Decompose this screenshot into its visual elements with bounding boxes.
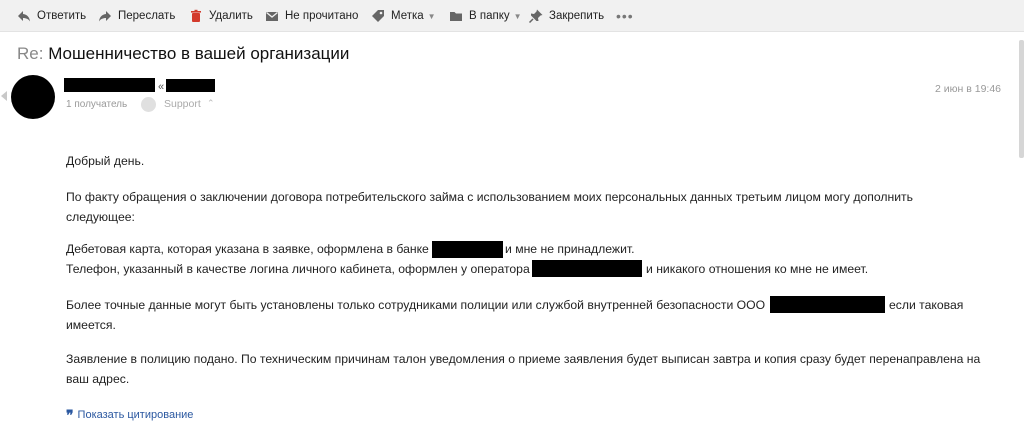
subject-text: Мошенничество в вашей организации <box>48 44 350 63</box>
envelope-icon <box>264 8 280 24</box>
recipient-avatar <box>141 97 156 112</box>
label-label: Метка <box>391 10 424 22</box>
move-to-folder-button[interactable]: В папку ▼ <box>448 0 522 32</box>
pin-icon <box>528 8 544 24</box>
reply-label: Ответить <box>37 10 87 22</box>
forward-label: Переслать <box>118 10 176 22</box>
paragraph-2-line-2: Телефон, указанный в качестве логина лич… <box>66 259 530 279</box>
show-quote-label: Показать цитирование <box>77 409 194 421</box>
reply-icon <box>16 8 32 24</box>
sender-separator: « <box>158 81 165 93</box>
company-text-end: если таковая <box>889 298 964 312</box>
operator-text: Телефон, указанный в качестве логина лич… <box>66 262 530 276</box>
redacted-sender-name[interactable] <box>64 78 155 92</box>
subject-prefix: Re: <box>17 44 44 63</box>
label-button[interactable]: Метка ▼ <box>370 0 436 32</box>
paragraph-1-line-1: По факту обращения о заключении договора… <box>66 190 913 204</box>
redacted-sender-email[interactable] <box>166 79 215 92</box>
paragraph-3-line-1: Более точные данные могут быть установле… <box>66 295 765 315</box>
delete-button[interactable]: Удалить <box>188 0 253 32</box>
paragraph-4-line-2: ваш адрес. <box>66 372 130 386</box>
redacted-operator-name <box>532 260 642 277</box>
mark-unread-label: Не прочитано <box>285 10 359 22</box>
forward-button[interactable]: Переслать <box>97 0 175 32</box>
pin-label: Закрепить <box>549 10 605 22</box>
recipient-name[interactable]: Support <box>164 98 201 110</box>
quote-icon: ❞ <box>66 407 74 423</box>
greeting-line: Добрый день. <box>66 154 145 168</box>
forward-icon <box>97 8 113 24</box>
chevron-down-icon: ▼ <box>427 11 436 21</box>
tag-icon <box>370 8 386 24</box>
message-toolbar: Ответить Переслать Удалить Не прочитано … <box>0 0 1024 32</box>
redacted-company-name <box>770 296 885 313</box>
paragraph-4-line-1: Заявление в полицию подано. По техническ… <box>66 352 981 366</box>
paragraph-3-line-2: имеется. <box>66 318 116 332</box>
paragraph-2-line-1: Дебетовая карта, которая указана в заявк… <box>66 239 429 259</box>
reply-button[interactable]: Ответить <box>16 0 86 32</box>
recipients-count[interactable]: 1 получатель <box>66 99 127 110</box>
sender-avatar[interactable] <box>11 75 55 119</box>
bank-text: Дебетовая карта, которая указана в заявк… <box>66 242 429 256</box>
message-date: 2 июн в 19:46 <box>935 83 1001 95</box>
scrollbar[interactable] <box>1019 40 1024 158</box>
bank-text-end: и мне не принадлежит. <box>505 242 635 256</box>
more-button[interactable]: ••• <box>616 0 634 32</box>
pin-button[interactable]: Закрепить <box>528 0 604 32</box>
folder-icon <box>448 8 464 24</box>
delete-icon <box>188 8 204 24</box>
recipients-toggle-icon[interactable]: ⌃ <box>207 98 215 109</box>
paragraph-1-line-2: следующее: <box>66 210 135 224</box>
mark-unread-button[interactable]: Не прочитано <box>264 0 358 32</box>
avatar-pointer <box>1 91 7 101</box>
redacted-bank-name <box>432 241 503 258</box>
move-to-folder-label: В папку <box>469 10 510 22</box>
company-text: Более точные данные могут быть установле… <box>66 298 766 312</box>
operator-text-end: и никакого отношения ко мне не имеет. <box>646 262 869 276</box>
delete-label: Удалить <box>209 10 253 22</box>
message-subject: Re: Мошенничество в вашей организации <box>17 44 349 64</box>
chevron-down-icon: ▼ <box>513 11 522 21</box>
show-quote-link[interactable]: ❞ Показать цитирование <box>66 407 194 423</box>
